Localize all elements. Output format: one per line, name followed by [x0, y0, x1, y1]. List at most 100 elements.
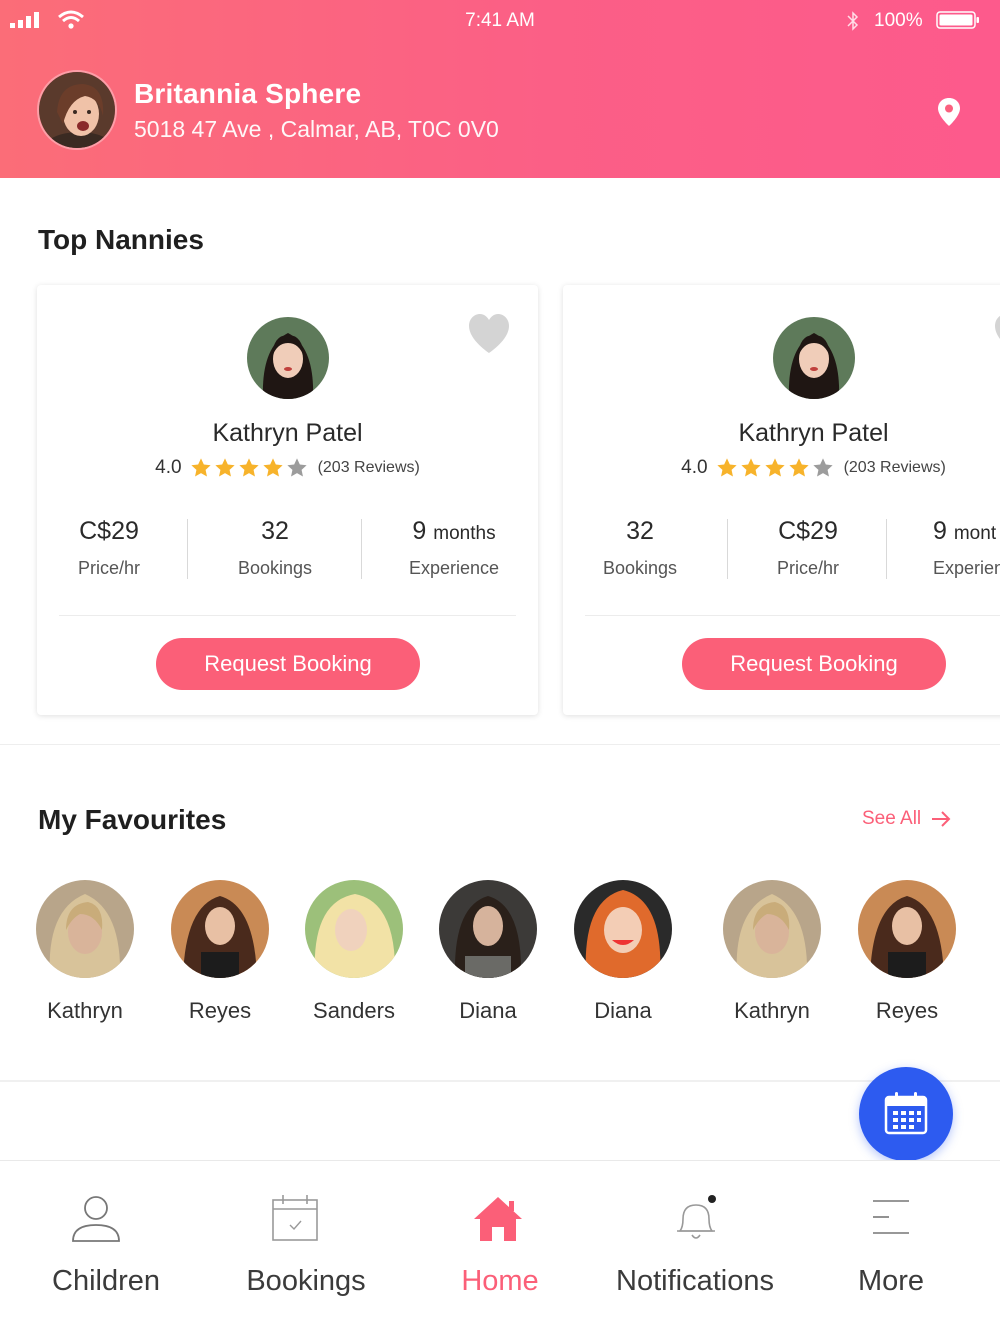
nav-item-children[interactable]: Children: [36, 1161, 176, 1334]
favourite-avatar: [439, 880, 537, 978]
star-filled-icon: [788, 458, 809, 477]
header: 7:41 AM 100% Britannia Sphere 5018 47 Av…: [0, 0, 1000, 178]
nav-item-notifications[interactable]: Notifications: [600, 1161, 790, 1334]
heart-icon[interactable]: [467, 313, 511, 355]
experience-unit: months: [433, 523, 496, 544]
nav-label: Bookings: [246, 1265, 366, 1297]
stat-price: C$29 Price/hr: [59, 517, 159, 579]
favourite-name: Diana: [459, 998, 517, 1023]
nav-label: More: [857, 1265, 925, 1297]
nanny-card[interactable]: Kathryn Patel 4.0 (203 Reviews) C$29 Pri…: [37, 285, 538, 715]
nav-item-bookings[interactable]: Bookings: [226, 1161, 386, 1334]
favourite-item[interactable]: Reyes: [155, 880, 285, 1024]
star-filled-icon: [190, 458, 211, 477]
bluetooth-icon: [847, 11, 859, 31]
nav-label: Notifications: [616, 1265, 774, 1297]
stat-bookings: 32 Bookings: [220, 517, 330, 579]
person-icon: [72, 1196, 120, 1242]
favourite-item[interactable]: Diana: [558, 880, 688, 1024]
favourite-avatar: [723, 880, 821, 978]
see-all-link[interactable]: See All: [862, 808, 951, 830]
experience-unit: mont: [953, 523, 997, 544]
my-favourites-title: My Favourites: [38, 804, 227, 835]
star-empty-icon: [286, 458, 307, 477]
favourite-name: Reyes: [188, 998, 252, 1023]
request-booking-button[interactable]: Request Booking: [156, 638, 420, 690]
arrow-right-icon: [932, 811, 951, 827]
menu-icon: [873, 1200, 909, 1234]
section-divider: [0, 744, 1000, 745]
bottom-navigation: Children Bookings Home Notifications Mor…: [0, 1160, 1000, 1334]
rating-value: 4.0: [155, 457, 182, 478]
favourite-item[interactable]: Kathryn: [20, 880, 150, 1024]
location-pin-icon[interactable]: [934, 96, 964, 128]
nanny-avatar: [247, 317, 329, 399]
review-count: (203 Reviews): [317, 459, 420, 476]
favourite-item[interactable]: Reyes: [842, 880, 972, 1024]
divider: [886, 519, 887, 579]
divider: [727, 519, 728, 579]
favourite-avatar: [171, 880, 269, 978]
review-count: (203 Reviews): [843, 459, 946, 476]
stat-value: 9 months: [397, 517, 511, 546]
favourite-name: Sanders: [313, 998, 395, 1023]
experience-number: 9: [412, 517, 427, 545]
stat-value: C$29: [79, 517, 139, 545]
user-avatar[interactable]: [37, 70, 117, 150]
calendar-fab-button[interactable]: [859, 1067, 953, 1161]
see-all-label: See All: [862, 808, 922, 829]
stat-label: Price/hr: [77, 558, 140, 578]
stat-value: C$29: [778, 517, 838, 545]
favourite-name: Kathryn: [734, 998, 810, 1023]
nav-label: Children: [52, 1265, 160, 1297]
divider: [59, 615, 516, 616]
favourite-item[interactable]: Kathryn: [707, 880, 837, 1024]
nav-item-home[interactable]: Home: [440, 1161, 560, 1334]
section-divider: [0, 1080, 1000, 1082]
divider: [361, 519, 362, 579]
bell-icon: [677, 1195, 716, 1239]
stat-experience: 9 months Experience: [397, 517, 511, 579]
stat-value: 32: [261, 517, 289, 545]
stat-label: Bookings: [602, 558, 678, 578]
stat-bookings: 32 Bookings: [585, 517, 695, 579]
stat-value: 9 mont: [933, 517, 1000, 546]
favourite-avatar: [305, 880, 403, 978]
stat-value: 32: [626, 517, 654, 545]
favourite-avatar: [574, 880, 672, 978]
request-booking-button[interactable]: Request Booking: [682, 638, 946, 690]
top-nannies-title: Top Nannies: [38, 224, 204, 255]
favourite-avatar: [36, 880, 134, 978]
battery-icon: [936, 11, 979, 29]
nanny-avatar: [773, 317, 855, 399]
calendar-icon: [884, 1092, 928, 1135]
stat-price: C$29 Price/hr: [758, 517, 858, 579]
favourite-name: Diana: [594, 998, 652, 1023]
star-filled-icon: [214, 458, 235, 477]
nanny-name: Kathryn Patel: [738, 419, 889, 447]
nanny-card[interactable]: Kathryn Patel 4.0 (203 Reviews) 32 Booki…: [563, 285, 1000, 715]
favourite-name: Kathryn: [47, 998, 123, 1023]
rating-row: 4.0 (203 Reviews): [563, 457, 1000, 479]
favourite-item[interactable]: Sanders: [289, 880, 419, 1024]
star-filled-icon: [262, 458, 283, 477]
favourite-item[interactable]: Diana: [423, 880, 553, 1024]
star-filled-icon: [740, 458, 761, 477]
home-icon: [474, 1197, 522, 1241]
stat-label: Bookings: [237, 558, 313, 578]
battery-percentage: 100%: [874, 10, 923, 31]
stat-label: Experien: [933, 558, 1000, 578]
heart-icon[interactable]: [993, 313, 1000, 355]
calendar-icon: [272, 1195, 318, 1241]
rating-value: 4.0: [681, 457, 708, 478]
star-filled-icon: [238, 458, 259, 477]
star-filled-icon: [716, 458, 737, 477]
favourite-name: Reyes: [875, 998, 939, 1023]
nav-item-more[interactable]: More: [836, 1161, 946, 1334]
divider: [187, 519, 188, 579]
star-empty-icon: [812, 458, 833, 477]
favourite-avatar: [858, 880, 956, 978]
rating-row: 4.0 (203 Reviews): [37, 457, 538, 479]
star-filled-icon: [764, 458, 785, 477]
stat-experience: 9 mont Experien: [933, 517, 1000, 579]
